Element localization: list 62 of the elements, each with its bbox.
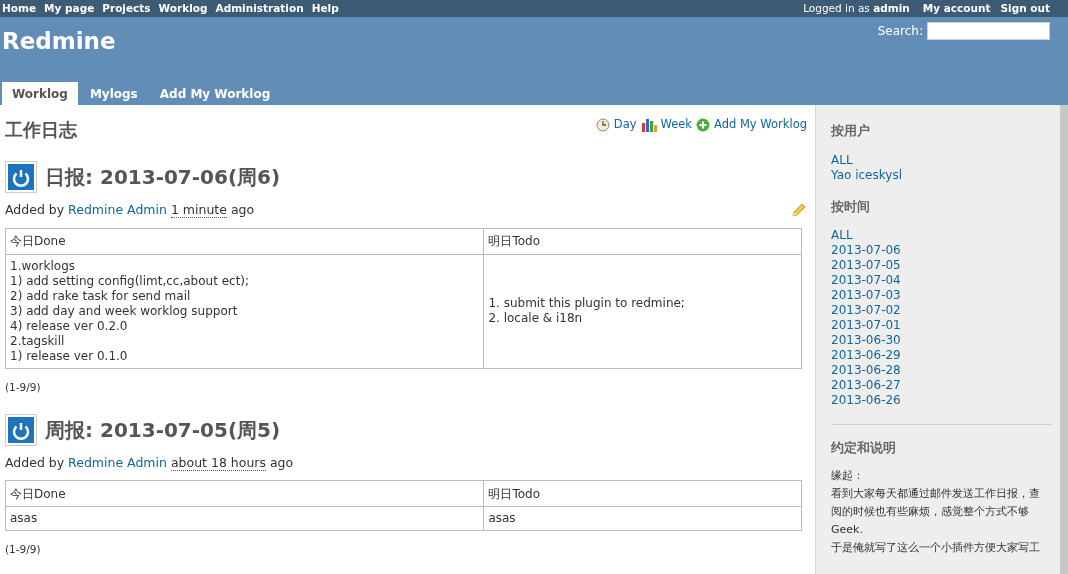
sidebar-link[interactable]: 2013-07-06 — [831, 243, 901, 258]
sidebar-link[interactable]: 2013-06-29 — [831, 348, 901, 363]
search-label: Search: — [877, 23, 923, 40]
sidebar-link[interactable]: Yao iceskysl — [831, 167, 902, 183]
menu-link[interactable]: Home — [2, 0, 37, 17]
section-heading: 约定和说明 — [831, 439, 897, 457]
column-header: 明日Todo — [483, 228, 802, 255]
time-link[interactable]: 1 minute — [170, 202, 227, 218]
search-field[interactable] — [927, 22, 1050, 40]
section-heading: 按用户 — [831, 122, 871, 140]
menu-link[interactable]: Projects — [102, 0, 151, 17]
pencil-icon[interactable] — [791, 202, 807, 219]
sidebar-link[interactable]: 2013-07-04 — [831, 273, 901, 288]
sidebar-link[interactable]: 2013-07-05 — [831, 258, 901, 273]
clock-icon — [595, 117, 610, 132]
sidebar-link[interactable]: 2013-06-28 — [831, 363, 901, 378]
add-icon — [696, 117, 711, 132]
column-header: 今日Done — [5, 228, 484, 255]
pagination-text: (1-9/9) — [5, 542, 42, 558]
time-link[interactable]: about 18 hours — [170, 454, 266, 471]
menu-link[interactable]: Administration — [215, 0, 304, 17]
avatar-icon — [5, 413, 37, 446]
author-link[interactable]: Redmine Admin — [68, 454, 167, 470]
action-link[interactable]: Week — [660, 116, 693, 134]
table-cell: 1.worklogs 1) add setting config(limt,cc,about ect); 2) add rake task for send mail 3) add day and week worklog support 4) release ver 0.2.0 2.tagskill 1) release ver 0.1.0 — [5, 254, 484, 369]
table-cell: asas — [5, 506, 484, 531]
column-header: 明日Todo — [483, 480, 802, 507]
entry-title: 日报: 2013-07-06(周6) — [45, 164, 281, 191]
sidebar-link[interactable]: 2013-07-01 — [831, 318, 901, 333]
sidebar-link[interactable]: 2013-07-03 — [831, 288, 901, 303]
account-link[interactable]: Sign out — [1000, 0, 1050, 17]
byline-text: Added by Redmine Admin 1 minute ago — [5, 201, 255, 220]
menu-link[interactable]: Worklog — [158, 0, 208, 17]
sidebar-link[interactable]: 2013-06-26 — [831, 393, 901, 408]
tab[interactable]: Add My Worklog — [149, 82, 281, 105]
section-heading: 按时间 — [831, 197, 871, 216]
menu-link[interactable]: My page — [44, 0, 95, 17]
tab[interactable]: Worklog — [2, 82, 78, 105]
tab[interactable]: Mylogs — [79, 82, 148, 105]
column-header: 今日Done — [5, 480, 484, 507]
site-title: Redmine — [2, 27, 116, 56]
action-link[interactable]: Day — [613, 116, 637, 134]
scrollbar[interactable] — [1060, 105, 1068, 574]
bar-chart-icon — [640, 117, 657, 133]
action-link[interactable]: Add My Worklog — [714, 116, 807, 134]
sidebar-link[interactable]: 2013-07-02 — [831, 303, 901, 318]
account-link[interactable]: My account — [922, 0, 991, 17]
menu-link[interactable]: Help — [311, 0, 339, 17]
byline-text: Added by Redmine Admin about 18 hours ago — [5, 453, 294, 473]
sidebar-link[interactable]: 2013-06-27 — [831, 378, 901, 393]
note-text: 缘起： 看到大家每天都通过邮件发送工作日报，查 阅的时候也有些麻烦，感觉整个方式不够 Geek. 于是俺就写了这么一个小插件方便大家写工 — [831, 467, 1040, 556]
logged-in-text: Logged in as admin — [803, 0, 910, 16]
sidebar-link[interactable]: ALL — [831, 228, 853, 243]
avatar-icon — [5, 161, 37, 193]
table-cell: asas — [483, 506, 802, 531]
page-title: 工作日志 — [5, 118, 77, 142]
author-link[interactable]: Redmine Admin — [68, 202, 167, 217]
sidebar-link[interactable]: ALL — [831, 152, 853, 168]
table-cell: 1. submit this plugin to redmine; 2. locale & i18n — [483, 254, 802, 369]
pagination-text: (1-9/9) — [5, 379, 42, 395]
sidebar-link[interactable]: 2013-06-30 — [831, 333, 901, 348]
entry-title: 周报: 2013-07-05(周5) — [45, 416, 281, 444]
